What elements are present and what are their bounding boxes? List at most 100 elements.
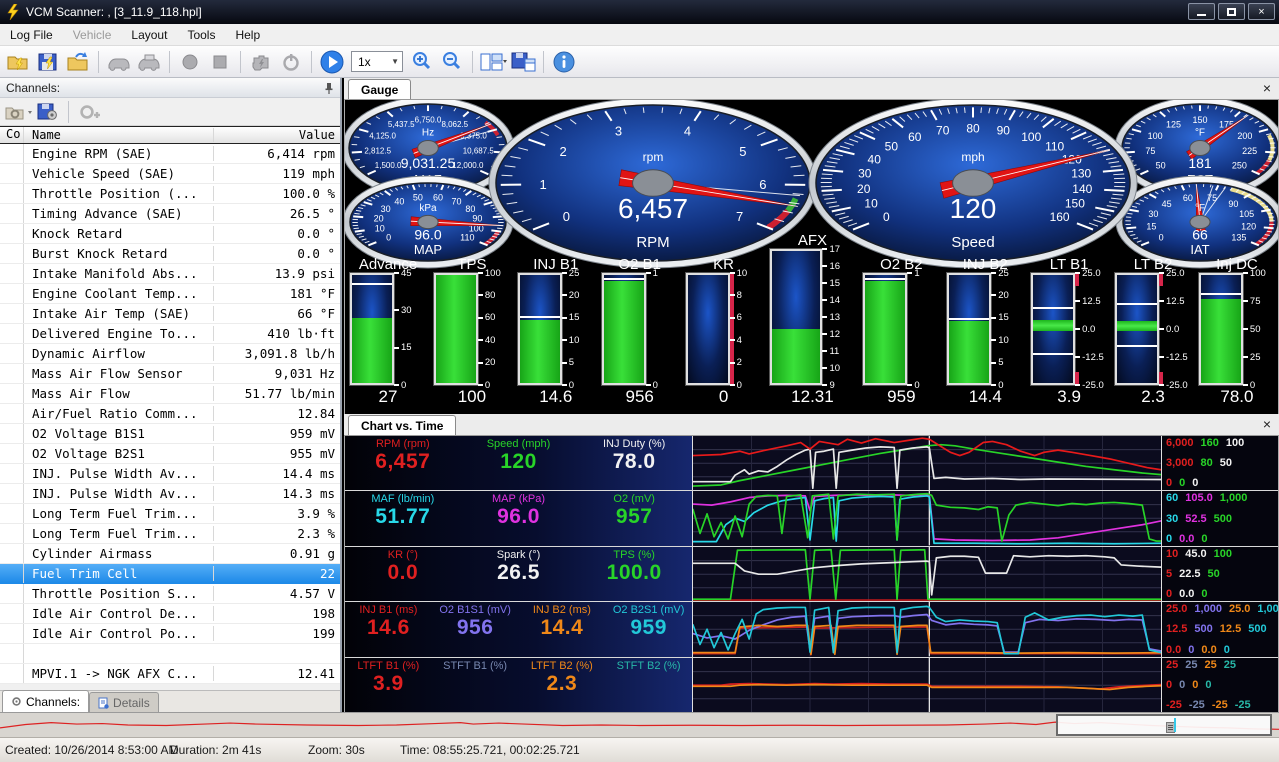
legend-cell[interactable]: TPS (%)100.0 (576, 549, 692, 601)
row-name-cell: INJ. Pulse Width Av... (24, 486, 214, 501)
bar-gauge-tps: TPS100806040200100 (433, 256, 511, 412)
open-channels-config-button[interactable] (4, 102, 32, 122)
reopen-log-button[interactable] (64, 49, 92, 75)
svg-text:0: 0 (1159, 233, 1164, 243)
table-row[interactable]: Cylinder Airmass0.91 g (0, 544, 340, 564)
tab-gauge[interactable]: Gauge (348, 79, 411, 99)
table-row[interactable]: INJ. Pulse Width Av...14.3 ms (0, 484, 340, 504)
table-row[interactable]: Delivered Engine To...410 lb·ft (0, 324, 340, 344)
pin-icon[interactable] (324, 82, 334, 94)
add-channel-button[interactable] (77, 102, 101, 122)
table-row[interactable] (0, 644, 340, 664)
chart-panel-close-icon[interactable]: × (1263, 417, 1271, 431)
legend-cell[interactable]: STFT B2 (%) (605, 660, 692, 712)
tab-details[interactable]: Details (89, 692, 159, 712)
overview-selection-window[interactable] (1056, 714, 1272, 736)
play-button[interactable] (318, 49, 346, 75)
chart-plot-area[interactable] (692, 491, 1161, 545)
table-row[interactable]: Mass Air Flow51.77 lb/min (0, 384, 340, 404)
vehicle-write-button[interactable] (135, 49, 163, 75)
table-row[interactable]: Intake Air Temp (SAE)66 °F (0, 304, 340, 324)
legend-cell[interactable]: INJ Duty (%)78.0 (576, 438, 692, 490)
legend-cell[interactable]: O2 B1S1 (mV)956 (432, 604, 519, 656)
zoom-in-button[interactable] (408, 49, 436, 75)
menu-tools[interactable]: Tools (177, 25, 225, 45)
table-row[interactable]: Intake Manifold Abs...13.9 psi (0, 264, 340, 284)
log-overview-strip[interactable] (0, 712, 1279, 737)
legend-cell[interactable]: MAP (kPa)96.0 (461, 493, 577, 545)
menu-layout[interactable]: Layout (121, 25, 177, 45)
table-row[interactable]: Throttle Position S...4.57 V (0, 584, 340, 604)
svg-text:60: 60 (908, 130, 922, 144)
row-name-cell: Delivered Engine To... (24, 326, 214, 341)
legend-cell[interactable]: RPM (rpm)6,457 (345, 438, 461, 490)
row-name-cell: Engine RPM (SAE) (24, 146, 214, 161)
legend-cell[interactable]: O2 B2S1 (mV)959 (605, 604, 692, 656)
tab-chart-vs-time[interactable]: Chart vs. Time (348, 415, 456, 435)
table-row[interactable]: O2 Voltage B1S1959 mV (0, 424, 340, 444)
maximize-button[interactable] (1218, 3, 1245, 20)
vehicle-read-button[interactable] (105, 49, 133, 75)
menu-help[interactable]: Help (225, 25, 270, 45)
save-channels-config-button[interactable] (36, 102, 60, 122)
bar-gauge-inj-b1: INJ B1252015105014.6 (517, 256, 595, 412)
row-name-cell: Timing Advance (SAE) (24, 206, 214, 221)
table-row[interactable]: Long Term Fuel Trim...2.3 % (0, 524, 340, 544)
table-row[interactable]: Engine Coolant Temp...181 °F (0, 284, 340, 304)
row-name-cell: Intake Air Temp (SAE) (24, 306, 214, 321)
legend-cell[interactable]: INJ B1 (ms)14.6 (345, 604, 432, 656)
save-log-button[interactable] (34, 49, 62, 75)
overview-cursor[interactable] (1174, 718, 1176, 732)
legend-cell[interactable]: O2 (mV)957 (576, 493, 692, 545)
chart-axis-labels: 60105.01,0003052.550000.00 (1161, 491, 1278, 545)
menu-log-file[interactable]: Log File (0, 25, 63, 45)
table-row[interactable]: Idle Air Control Po...199 (0, 624, 340, 644)
save-layout-button[interactable] (509, 49, 537, 75)
legend-cell[interactable]: STFT B1 (%) (432, 660, 519, 712)
record-button[interactable] (176, 49, 204, 75)
tab-channels[interactable]: Channels: (2, 690, 89, 712)
minimize-button[interactable] (1188, 3, 1215, 20)
legend-cell[interactable]: LTFT B2 (%)2.3 (519, 660, 606, 712)
table-row[interactable]: Timing Advance (SAE)26.5 ° (0, 204, 340, 224)
table-row[interactable]: Mass Air Flow Sensor9,031 Hz (0, 364, 340, 384)
main-toolbar: 1x ▼ (0, 46, 1279, 78)
chart-plot-area[interactable] (692, 547, 1161, 601)
table-row[interactable]: Vehicle Speed (SAE)119 mph (0, 164, 340, 184)
table-row[interactable]: Long Term Fuel Trim...3.9 % (0, 504, 340, 524)
table-row[interactable]: O2 Voltage B2S1955 mV (0, 444, 340, 464)
playback-speed-select[interactable]: 1x ▼ (351, 51, 403, 72)
table-row[interactable]: Fuel Trim Cell22 (0, 564, 340, 584)
table-row[interactable]: Throttle Position (...100.0 % (0, 184, 340, 204)
gauge-panel-close-icon[interactable]: × (1263, 81, 1271, 95)
legend-cell[interactable]: Speed (mph)120 (461, 438, 577, 490)
legend-cell[interactable]: KR (°)0.0 (345, 549, 461, 601)
stop-button[interactable] (206, 49, 234, 75)
close-button[interactable]: × (1248, 3, 1275, 20)
svg-text:1,500.0: 1,500.0 (375, 161, 402, 170)
table-row[interactable]: INJ. Pulse Width Av...14.4 ms (0, 464, 340, 484)
table-row[interactable]: MPVI.1 -> NGK AFX C...12.41 (0, 664, 340, 684)
legend-cell[interactable]: Spark (°)26.5 (461, 549, 577, 601)
zoom-out-button[interactable] (438, 49, 466, 75)
table-row[interactable]: Air/Fuel Ratio Comm...12.84 (0, 404, 340, 424)
legend-cell[interactable]: INJ B2 (ms)14.4 (519, 604, 606, 656)
table-row[interactable]: Dynamic Airflow3,091.8 lb/h (0, 344, 340, 364)
bar-gauge-value: 2.3 (1141, 387, 1165, 407)
legend-cell[interactable]: LTFT B1 (%)3.9 (345, 660, 432, 712)
chart-plot-area[interactable] (692, 436, 1161, 490)
table-row[interactable]: Idle Air Control De...198 (0, 604, 340, 624)
chart-plot-area[interactable] (692, 602, 1161, 656)
table-row[interactable]: Burst Knock Retard0.0 ° (0, 244, 340, 264)
table-row[interactable]: Knock Retard0.0 ° (0, 224, 340, 244)
engine-button[interactable] (247, 49, 275, 75)
info-button[interactable] (550, 49, 578, 75)
legend-cell[interactable]: MAF (lb/min)51.77 (345, 493, 461, 545)
layout-select-button[interactable] (479, 49, 507, 75)
chart-plot-area[interactable] (692, 658, 1161, 712)
table-row[interactable]: Engine RPM (SAE)6,414 rpm (0, 144, 340, 164)
menu-vehicle: Vehicle (63, 25, 122, 45)
row-name-cell: Mass Air Flow Sensor (24, 366, 214, 381)
power-button[interactable] (277, 49, 305, 75)
open-log-button[interactable] (4, 49, 32, 75)
